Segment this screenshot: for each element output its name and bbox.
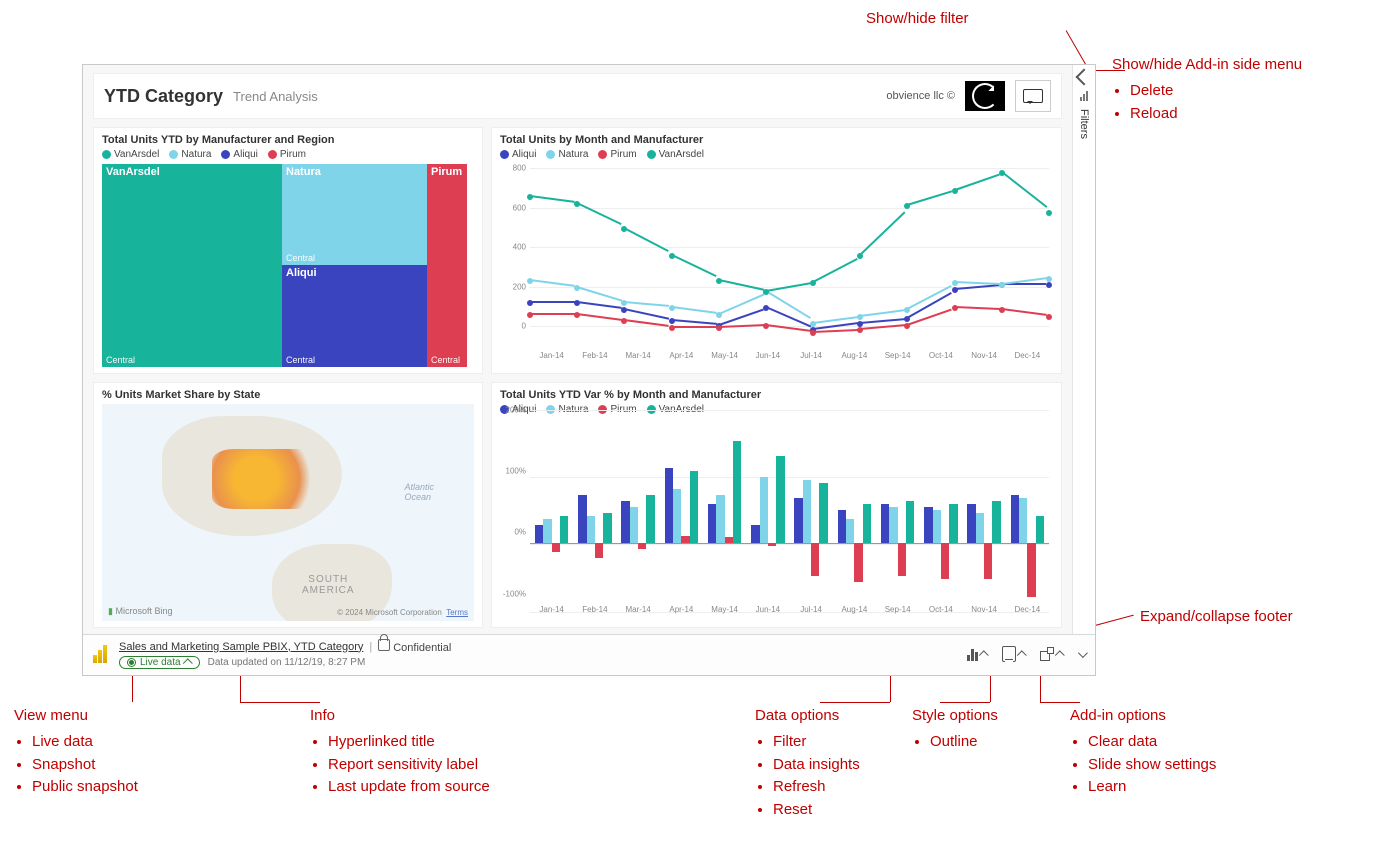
anno-view-list: Live dataSnapshotPublic snapshot	[32, 731, 138, 798]
treemap-body: VanArsdelCentral NaturaCentral AliquiCen…	[102, 164, 474, 367]
chevron-up-icon	[979, 650, 989, 660]
treemap-cell-vanarsdel[interactable]: VanArsdelCentral	[102, 164, 282, 367]
legend-dot-aliqui	[221, 150, 230, 159]
collapse-footer-button[interactable]	[1078, 651, 1085, 658]
map-bing-attribution: ▮ Microsoft Bing	[108, 606, 173, 617]
report-header: YTD Category Trend Analysis obvience llc…	[93, 73, 1062, 119]
powerbi-logo-icon	[93, 645, 109, 663]
page-subtitle: Trend Analysis	[233, 89, 318, 104]
visuals-grid: Total Units YTD by Manufacturer and Regi…	[93, 127, 1062, 628]
report-canvas: YTD Category Trend Analysis obvience llc…	[83, 65, 1072, 634]
anno-side-menu-list: DeleteReload	[1130, 80, 1302, 125]
map-us-heatmap	[212, 449, 322, 509]
anno-view-menu: View menu Live dataSnapshotPublic snapsh…	[14, 705, 138, 799]
live-dot-icon	[127, 658, 136, 667]
treemap-cell-aliqui[interactable]: AliquiCentral	[282, 265, 427, 366]
line-legend: Aliqui Natura Pirum VanArsdel	[500, 149, 1053, 160]
page-title: YTD Category	[104, 86, 223, 107]
filters-pane-collapsed[interactable]: Filters	[1072, 65, 1095, 634]
anno-addin-list: Clear dataSlide show settingsLearn	[1088, 731, 1216, 798]
legend-dot-pirum	[268, 150, 277, 159]
report-title-link[interactable]: Sales and Marketing Sample PBIX, YTD Cat…	[119, 641, 363, 653]
line-chart: 0200400600800Jan-14Feb-14Mar-14Apr-14May…	[500, 164, 1053, 367]
lock-icon	[378, 639, 390, 651]
map-body[interactable]: Atlantic Ocean SOUTH AMERICA ▮ Microsoft…	[102, 404, 474, 622]
anno-style-options: Style options Outline	[912, 705, 998, 754]
obvience-logo	[965, 81, 1005, 111]
chevron-up-icon	[1017, 650, 1027, 660]
copyright-text: obvience llc ©	[886, 90, 955, 102]
treemap-legend: VanArsdel Natura Aliqui Pirum	[102, 149, 474, 160]
data-options-button[interactable]	[967, 647, 988, 661]
style-options-button[interactable]	[1002, 646, 1026, 662]
view-menu-button[interactable]: Live data	[119, 656, 200, 669]
bar-chart-tile[interactable]: Total Units YTD Var % by Month and Manuf…	[491, 382, 1062, 629]
footer-buttons	[967, 646, 1085, 662]
treemap-cell-natura[interactable]: NaturaCentral	[282, 164, 427, 265]
line-chart-title: Total Units by Month and Manufacturer	[500, 134, 1053, 146]
paint-bucket-icon	[1002, 646, 1016, 662]
anno-info: Info Hyperlinked titleReport sensitivity…	[310, 705, 490, 799]
bar-chart: -100%0%100%200%Jan-14Feb-14Mar-14Apr-14M…	[500, 419, 1053, 622]
overlap-squares-icon	[1040, 647, 1054, 661]
bar-chart-title: Total Units YTD Var % by Month and Manuf…	[500, 389, 1053, 401]
chevron-up-icon	[1055, 650, 1065, 660]
anno-expand-footer: Expand/collapse footer	[1140, 606, 1293, 628]
addin-footer: Sales and Marketing Sample PBIX, YTD Cat…	[83, 634, 1095, 675]
addin-options-button[interactable]	[1040, 647, 1064, 661]
treemap-tile[interactable]: Total Units YTD by Manufacturer and Regi…	[93, 127, 483, 374]
treemap: VanArsdelCentral NaturaCentral AliquiCen…	[102, 164, 474, 367]
legend-dot-vanarsdel	[102, 150, 111, 159]
anno-side-menu: Show/hide Add-in side menu DeleteReload	[1112, 54, 1302, 125]
line-chart-tile[interactable]: Total Units by Month and Manufacturer Al…	[491, 127, 1062, 374]
legend-dot-natura	[169, 150, 178, 159]
filters-label: Filters	[1078, 109, 1090, 139]
map-title: % Units Market Share by State	[102, 389, 474, 401]
bar-chart-body: -100%0%100%200%Jan-14Feb-14Mar-14Apr-14M…	[500, 419, 1053, 622]
signal-icon	[1080, 91, 1088, 101]
comment-button[interactable]	[1015, 80, 1051, 112]
anno-data-list: FilterData insightsRefreshReset	[773, 731, 860, 821]
comment-icon	[1023, 89, 1043, 103]
bar-chart-icon	[967, 647, 978, 661]
treemap-title: Total Units YTD by Manufacturer and Regi…	[102, 134, 474, 146]
last-updated-text: Data updated on 11/12/19, 8:27 PM	[208, 657, 366, 668]
footer-info-block: Sales and Marketing Sample PBIX, YTD Cat…	[119, 639, 451, 669]
map-credits: © 2024 Microsoft Corporation Terms	[337, 608, 468, 617]
map-tile[interactable]: % Units Market Share by State Atlantic O…	[93, 382, 483, 629]
chevron-up-icon	[182, 658, 192, 668]
treemap-cell-pirum[interactable]: PirumCentral	[427, 164, 467, 367]
anno-style-list: Outline	[930, 731, 998, 753]
line-chart-body: 0200400600800Jan-14Feb-14Mar-14Apr-14May…	[500, 164, 1053, 367]
anno-data-options: Data options FilterData insightsRefreshR…	[755, 705, 860, 822]
addin-content-row: YTD Category Trend Analysis obvience llc…	[83, 65, 1095, 634]
chevron-down-icon	[1078, 648, 1088, 658]
anno-addin-options: Add-in options Clear dataSlide show sett…	[1070, 705, 1216, 799]
anno-show-hide-filter: Show/hide filter	[866, 8, 969, 30]
stage: YTD Category Trend Analysis obvience llc…	[0, 0, 1397, 845]
arrow-circle-icon	[972, 83, 998, 109]
anno-info-list: Hyperlinked titleReport sensitivity labe…	[328, 731, 490, 798]
map-ocean-label: Atlantic Ocean	[404, 482, 434, 502]
expand-filters-icon[interactable]	[1076, 69, 1093, 86]
powerbi-addin-frame: YTD Category Trend Analysis obvience llc…	[82, 64, 1096, 676]
sensitivity-label: Confidential	[378, 639, 451, 654]
map-terms-link[interactable]: Terms	[446, 608, 468, 617]
map-continent-label: SOUTH AMERICA	[302, 574, 355, 596]
